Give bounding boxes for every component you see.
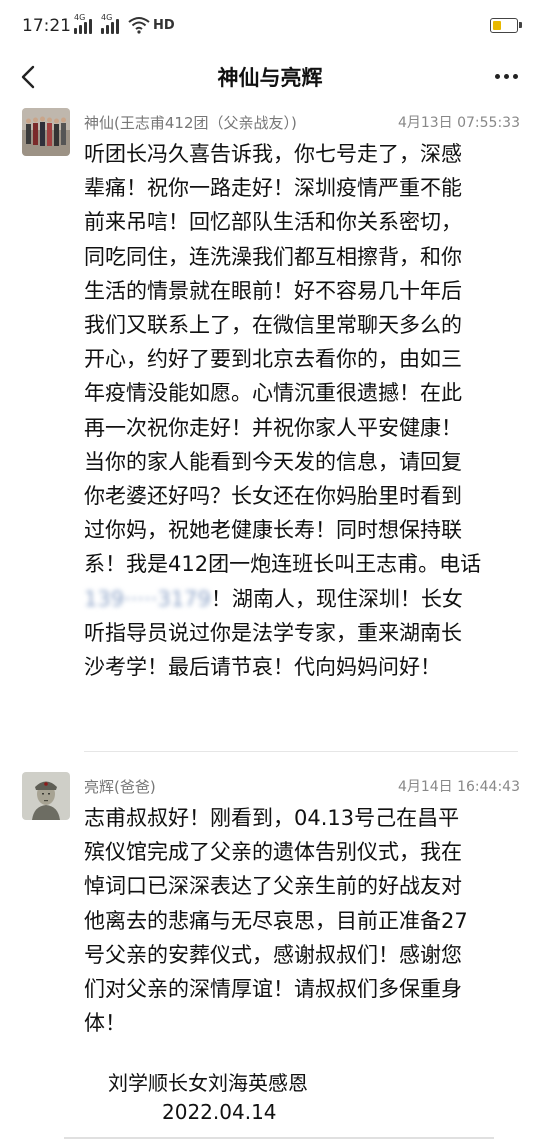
signature-date: 2022.04.14 [162,1100,277,1124]
message-timestamp: 4月13日 07:55:33 [397,115,520,131]
signal-1-icon: 4G [74,13,92,34]
message-timestamp: 4月14日 16:44:43 [397,779,520,795]
wifi-icon [128,17,150,34]
status-bar: 17:21 4G 4G HD [0,0,540,54]
avatar[interactable] [22,772,70,820]
more-options-icon[interactable] [495,74,518,79]
bottom-divider [64,1137,494,1139]
battery-level [493,21,501,30]
message-divider [84,751,518,752]
masked-phone-number: 139·····3179 [84,586,211,611]
signature: 刘学顺长女刘海英感恩 [108,1071,308,1095]
page-title: 神仙与亮辉 [217,66,323,90]
signal-2-icon: 4G [101,13,119,34]
message-text: 志甫叔叔好！刚看到，04.13号己在昌平 殡仪馆完成了父亲的遗体告别仪式，我在 … [84,806,468,1036]
status-time: 17:21 [22,16,71,36]
sender-name: 神仙(王志甫412团（父亲战友）) [84,114,297,132]
battery-icon [490,18,522,33]
hd-indicator: HD [153,18,175,33]
message-text: 听团长冯久喜告诉我，你七号走了，深感 辈痛！祝你一路走好！深圳疫情严重不能 前来… [84,142,482,680]
avatar[interactable] [22,108,70,156]
sender-name: 亮辉(爸爸) [84,778,156,796]
nav-bar: 神仙与亮辉 [0,54,540,100]
